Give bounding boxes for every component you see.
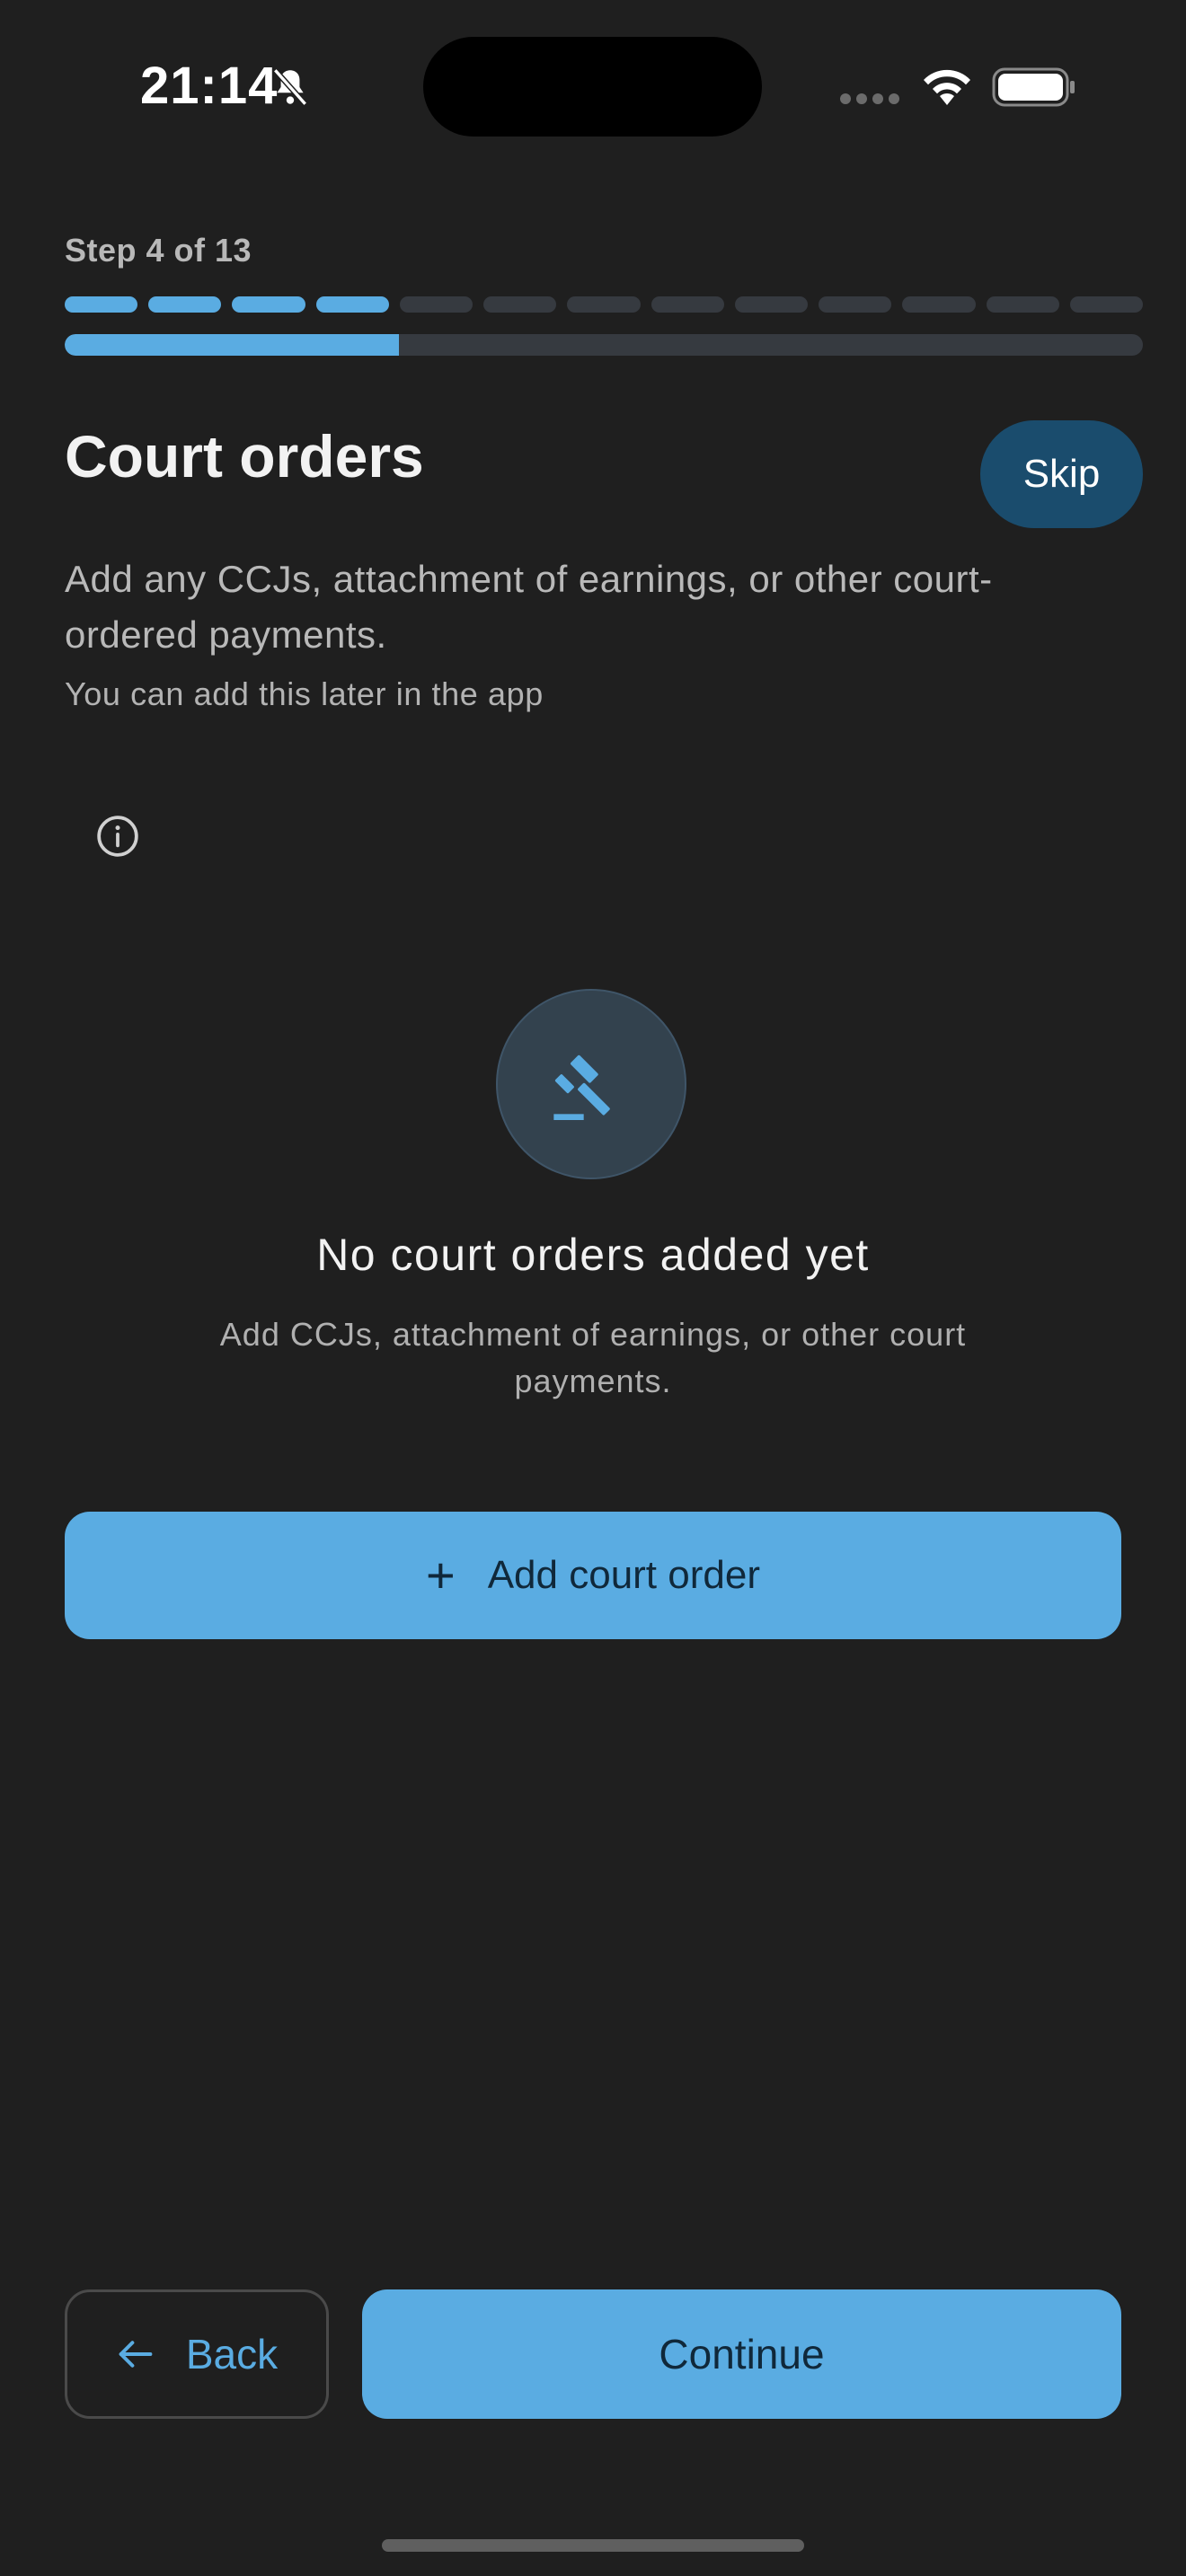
- add-court-order-label: Add court order: [487, 1553, 760, 1597]
- step-segment: [315, 296, 389, 313]
- signal-icon: [840, 93, 905, 104]
- step-segment: [567, 296, 641, 313]
- step-segment: [902, 296, 976, 313]
- step-segment: [65, 296, 138, 313]
- plus-icon: +: [426, 1547, 456, 1603]
- bell-slash-icon: [272, 68, 308, 106]
- status-time: 21:14: [140, 57, 279, 115]
- step-segment: [1069, 296, 1144, 313]
- step-segment: [734, 296, 809, 313]
- info-icon[interactable]: [95, 814, 140, 859]
- page-description: Add any CCJs, attachment of earnings, or…: [65, 558, 993, 656]
- empty-state-icon-circle: [496, 989, 686, 1179]
- step-segment: [483, 296, 557, 313]
- add-court-order-button[interactable]: + Add court order: [65, 1512, 1121, 1639]
- step-segments: [65, 296, 1144, 313]
- step-segment: [651, 296, 724, 313]
- step-segment: [148, 296, 222, 313]
- progress-bar-fill: [65, 334, 399, 356]
- step-segment: [399, 296, 474, 313]
- dynamic-island: [423, 37, 762, 137]
- hint-text: You can add this later in the app: [65, 675, 544, 712]
- back-button[interactable]: Back: [65, 2289, 329, 2419]
- gavel-icon: [553, 1054, 610, 1120]
- wifi-icon: [924, 69, 970, 105]
- empty-state-description: Add CCJs, attachment of earnings, or oth…: [219, 1316, 967, 1399]
- empty-state-title: No court orders added yet: [316, 1230, 870, 1280]
- arrow-left-icon: [119, 2341, 153, 2368]
- back-label: Back: [185, 2331, 279, 2378]
- home-indicator: [382, 2539, 804, 2552]
- step-label: Step 4 of 13: [65, 232, 252, 269]
- battery-icon: [992, 67, 1075, 107]
- skip-button[interactable]: Skip: [980, 420, 1143, 528]
- step-segment: [986, 296, 1059, 313]
- step-segment: [819, 296, 892, 313]
- continue-button[interactable]: Continue: [362, 2289, 1121, 2419]
- page-title: Court orders: [65, 423, 424, 490]
- step-segment: [232, 296, 305, 313]
- progress-bar: [65, 334, 1143, 356]
